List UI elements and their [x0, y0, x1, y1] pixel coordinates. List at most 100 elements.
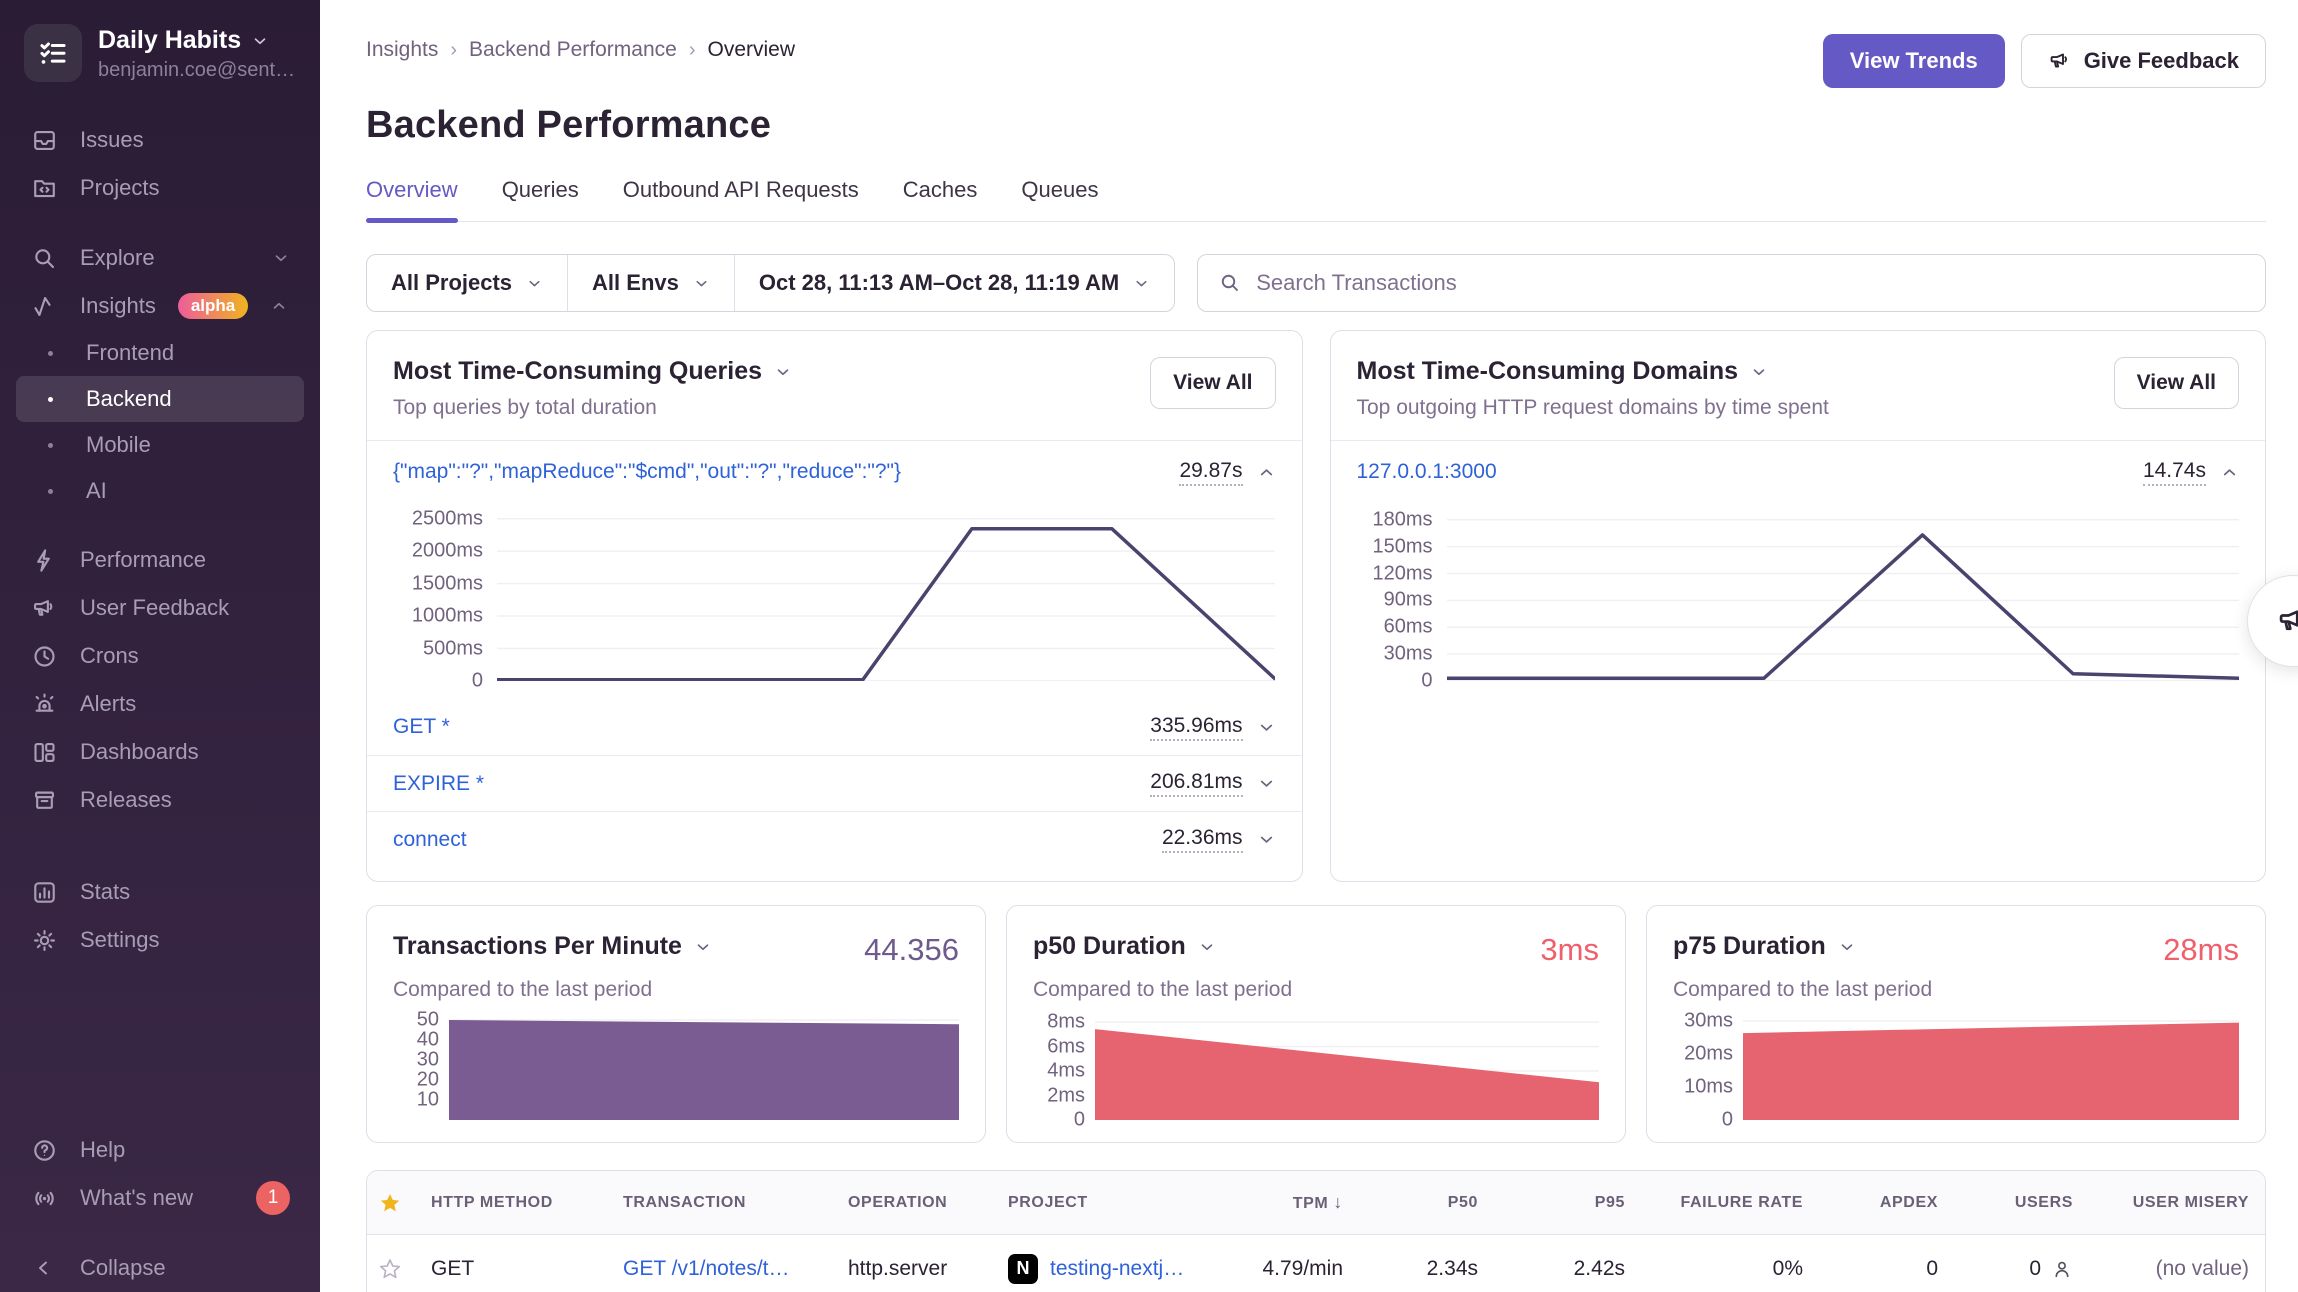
alpha-badge: alpha [178, 293, 248, 319]
project-link[interactable]: testing-nextj… [1050, 1257, 1184, 1281]
sidebar-collapse-button[interactable]: Collapse [16, 1244, 304, 1292]
gear-icon [30, 927, 58, 954]
breadcrumb-backend-performance[interactable]: Backend Performance [469, 38, 677, 62]
breadcrumb-separator: › [450, 39, 457, 62]
queries-line-chart [497, 509, 1276, 681]
bullet-icon [36, 397, 64, 402]
col-http-method[interactable]: HTTP METHOD [431, 1194, 623, 1212]
col-p50[interactable]: P50 [1361, 1194, 1496, 1212]
domain-total-time[interactable]: 14.74s [2143, 459, 2206, 486]
sidebar-item-frontend[interactable]: Frontend [16, 330, 304, 376]
sidebar-item-projects[interactable]: Projects [16, 164, 304, 212]
sidebar-item-ai[interactable]: AI [16, 468, 304, 514]
p75-duration-card: p75 Duration 28ms Compared to the last p… [1646, 905, 2266, 1143]
sidebar-item-backend[interactable]: Backend [16, 376, 304, 422]
sidebar-item-insights[interactable]: Insights alpha [16, 282, 304, 330]
transactions-per-minute-card: Transactions Per Minute 44.356 Compared … [366, 905, 986, 1143]
queries-view-all-button[interactable]: View All [1150, 357, 1275, 409]
sidebar-item-mobile[interactable]: Mobile [16, 422, 304, 468]
search-input[interactable] [1256, 270, 2245, 296]
sidebar-item-releases[interactable]: Releases [16, 776, 304, 824]
domains-view-all-button[interactable]: View All [2114, 357, 2239, 409]
tab-overview[interactable]: Overview [366, 177, 458, 221]
sidebar-item-crons[interactable]: Crons [16, 632, 304, 680]
domains-line-chart [1447, 509, 2240, 681]
query-total-time[interactable]: 206.81ms [1150, 770, 1242, 797]
cell-users: 0 [2029, 1257, 2041, 1281]
org-switcher[interactable]: Daily Habits benjamin.coe@sent… [16, 24, 304, 82]
org-logo [24, 24, 82, 82]
breadcrumb-insights[interactable]: Insights [366, 38, 438, 62]
sidebar-item-stats[interactable]: Stats [16, 868, 304, 916]
chevron-down-icon[interactable] [1257, 830, 1276, 849]
col-transaction[interactable]: TRANSACTION [623, 1194, 848, 1212]
col-user-misery[interactable]: USER MISERY [2091, 1194, 2266, 1212]
col-operation[interactable]: OPERATION [848, 1194, 1008, 1212]
megaphone-icon [2048, 49, 2072, 73]
user-icon [2051, 1258, 2073, 1280]
project-filter[interactable]: All Projects [367, 255, 567, 311]
queries-card-title-dropdown[interactable]: Most Time-Consuming Queries [393, 357, 792, 386]
query-total-time[interactable]: 29.87s [1179, 459, 1242, 486]
p75-chart-y-axis: 30ms20ms10ms0 [1673, 1016, 1743, 1120]
chevron-down-icon[interactable] [1257, 774, 1276, 793]
chevron-down-icon [251, 32, 269, 50]
col-users[interactable]: USERS [1956, 1194, 2091, 1212]
transaction-link[interactable]: GET /v1/notes/t… [623, 1257, 790, 1280]
sidebar-item-whats-new[interactable]: What's new 1 [16, 1174, 304, 1222]
star-outline-icon [378, 1257, 402, 1281]
chevron-up-icon[interactable] [1257, 463, 1276, 482]
sidebar-item-issues[interactable]: Issues [16, 116, 304, 164]
tab-outbound-api-requests[interactable]: Outbound API Requests [623, 177, 859, 221]
sidebar-footer: Help What's new 1 Collapse [16, 1126, 304, 1292]
tab-queries[interactable]: Queries [502, 177, 579, 221]
siren-icon [30, 691, 58, 718]
star-column-header[interactable] [367, 1191, 431, 1215]
cell-p50: 2.34s [1361, 1257, 1496, 1281]
tab-caches[interactable]: Caches [903, 177, 978, 221]
star-toggle[interactable] [367, 1257, 431, 1281]
query-link[interactable]: GET * [393, 715, 450, 739]
col-tpm-sorted[interactable]: TPM ↓ [1231, 1192, 1361, 1213]
cell-failure-rate: 0% [1643, 1257, 1821, 1281]
most-time-consuming-queries-card: Most Time-Consuming Queries Top queries … [366, 330, 1303, 882]
broadcast-icon [30, 1185, 58, 1212]
chevron-up-icon[interactable] [2220, 463, 2239, 482]
chevron-down-icon[interactable] [1257, 718, 1276, 737]
domains-card-title-dropdown[interactable]: Most Time-Consuming Domains [1357, 357, 1829, 386]
tpm-title-dropdown[interactable]: Transactions Per Minute [393, 932, 712, 961]
p75-title-dropdown[interactable]: p75 Duration [1673, 932, 1856, 961]
col-apdex[interactable]: APDEX [1821, 1194, 1956, 1212]
query-link[interactable]: EXPIRE * [393, 772, 484, 796]
breadcrumb: Insights › Backend Performance › Overvie… [366, 34, 795, 62]
query-total-time[interactable]: 335.96ms [1150, 714, 1242, 741]
sidebar-item-settings[interactable]: Settings [16, 916, 304, 964]
date-range-filter[interactable]: Oct 28, 11:13 AM–Oct 28, 11:19 AM [734, 255, 1174, 311]
query-link[interactable]: connect [393, 828, 467, 852]
table-row: GET GET /v1/notes/t… http.server N testi… [367, 1235, 2265, 1292]
sidebar-item-alerts[interactable]: Alerts [16, 680, 304, 728]
col-failure-rate[interactable]: FAILURE RATE [1643, 1194, 1821, 1212]
col-project[interactable]: PROJECT [1008, 1194, 1231, 1212]
p75-area-chart [1743, 1016, 2239, 1120]
sidebar-item-dashboards[interactable]: Dashboards [16, 728, 304, 776]
give-feedback-button[interactable]: Give Feedback [2021, 34, 2266, 88]
environment-filter[interactable]: All Envs [567, 255, 734, 311]
card-subtitle: Top outgoing HTTP request domains by tim… [1357, 396, 1829, 420]
sidebar-item-user-feedback[interactable]: User Feedback [16, 584, 304, 632]
sidebar-item-performance[interactable]: Performance [16, 536, 304, 584]
sort-desc-icon: ↓ [1333, 1192, 1343, 1212]
tab-queues[interactable]: Queues [1021, 177, 1098, 221]
sidebar-item-help[interactable]: Help [16, 1126, 304, 1174]
domain-link[interactable]: 127.0.0.1:3000 [1357, 460, 1497, 484]
transactions-table: HTTP METHOD TRANSACTION OPERATION PROJEC… [366, 1170, 2266, 1292]
query-link[interactable]: {"map":"?","mapReduce":"$cmd","out":"?",… [393, 460, 901, 484]
sidebar-item-explore[interactable]: Explore [16, 234, 304, 282]
query-row-expanded: {"map":"?","mapReduce":"$cmd","out":"?",… [367, 441, 1302, 503]
col-p95[interactable]: P95 [1496, 1194, 1643, 1212]
query-total-time[interactable]: 22.36ms [1162, 826, 1243, 853]
view-trends-button[interactable]: View Trends [1823, 34, 2005, 88]
p50-title-dropdown[interactable]: p50 Duration [1033, 932, 1216, 961]
sidebar-nav: Issues Projects Explore Insights alpha F [16, 116, 304, 964]
cell-p95: 2.42s [1496, 1257, 1643, 1281]
